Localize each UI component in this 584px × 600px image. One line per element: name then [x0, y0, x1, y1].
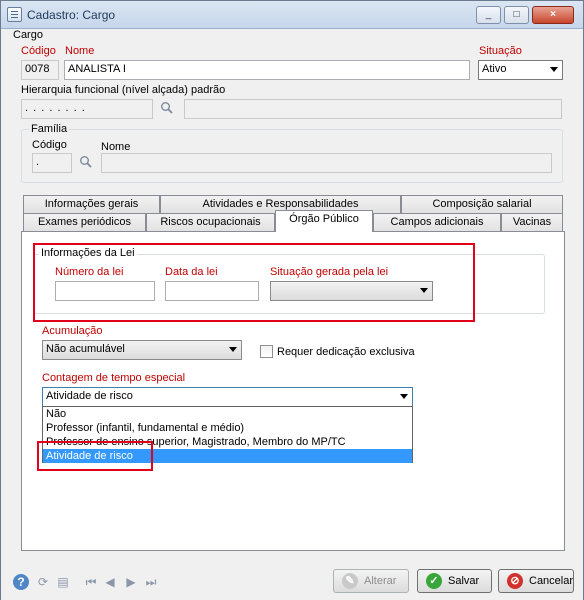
- contagem-option-professor-basico[interactable]: Professor (infantil, fundamental e médio…: [43, 421, 412, 435]
- refresh-icon[interactable]: ⟳: [35, 574, 51, 590]
- search-icon[interactable]: [160, 101, 174, 118]
- situacao-value: Ativo: [482, 63, 507, 75]
- acumulacao-label: Acumulação: [42, 325, 103, 337]
- chevron-down-icon: [400, 394, 408, 399]
- dedicacao-exclusiva-checkbox[interactable]: [260, 345, 273, 358]
- app-icon: [7, 7, 22, 22]
- situacao-label: Situação: [479, 45, 522, 57]
- minimize-button[interactable]: _: [476, 6, 501, 24]
- nome-label: Nome: [65, 45, 95, 57]
- alterar-button[interactable]: ✎ Alterar: [333, 569, 409, 593]
- cancel-icon: ⊘: [507, 573, 523, 589]
- codigo-label: Código: [21, 45, 56, 57]
- dedicacao-exclusiva-label: Requer dedicação exclusiva: [277, 346, 415, 358]
- tab-exames-periodicos[interactable]: Exames periódicos: [23, 213, 146, 232]
- window-title: Cadastro: Cargo: [27, 8, 116, 22]
- acumulacao-value: Não acumulável: [46, 343, 125, 355]
- familia-nome-label: Nome: [101, 141, 131, 153]
- cargo-group-title: Cargo: [13, 29, 43, 41]
- familia-codigo-field[interactable]: .: [32, 153, 72, 173]
- footer-toolbar: ? ⟳ ▤ ⏮ ◀ ▶ ⏭ ✎ Alterar ✓ Salvar ⊘ Cance…: [1, 564, 583, 600]
- maximize-button[interactable]: □: [504, 6, 529, 24]
- document-icon[interactable]: ▤: [55, 574, 71, 590]
- tab-informacoes-gerais[interactable]: Informações gerais: [23, 195, 160, 214]
- familia-codigo-label: Código: [32, 139, 67, 151]
- nome-field[interactable]: ANALISTA I: [64, 60, 470, 80]
- cadastro-cargo-window: Cadastro: Cargo _ □ × Cargo Código 0078 …: [0, 0, 584, 600]
- edit-icon: ✎: [342, 573, 358, 589]
- first-record-icon[interactable]: ⏮: [83, 574, 99, 590]
- contagem-select[interactable]: Atividade de risco: [42, 387, 413, 407]
- hierarquia-code-field[interactable]: . . . . . . . .: [21, 99, 153, 119]
- situacao-select[interactable]: Ativo: [478, 60, 563, 80]
- title-bar: Cadastro: Cargo _ □ ×: [1, 1, 583, 29]
- contagem-option-nao[interactable]: Não: [43, 407, 412, 421]
- contagem-label: Contagem de tempo especial: [42, 372, 186, 384]
- help-icon[interactable]: ?: [13, 574, 29, 590]
- contagem-value: Atividade de risco: [46, 390, 133, 402]
- familia-group-title: Família: [29, 123, 70, 135]
- previous-record-icon[interactable]: ◀: [102, 574, 118, 590]
- hierarquia-label: Hierarquia funcional (nível alçada) padr…: [21, 84, 226, 96]
- chevron-down-icon: [229, 347, 237, 352]
- last-record-icon[interactable]: ⏭: [143, 574, 159, 590]
- check-icon: ✓: [426, 573, 442, 589]
- tab-composicao-salarial[interactable]: Composição salarial: [401, 195, 563, 214]
- tab-vacinas[interactable]: Vacinas: [501, 213, 563, 232]
- form-body: Cargo Código 0078 Nome ANALISTA I Situaç…: [9, 29, 575, 561]
- acumulacao-select[interactable]: Não acumulável: [42, 340, 242, 360]
- chevron-down-icon: [550, 67, 558, 72]
- tab-orgao-publico[interactable]: Órgão Público: [275, 210, 373, 232]
- highlight-box-atividade-risco: [37, 441, 153, 471]
- salvar-button[interactable]: ✓ Salvar: [417, 569, 492, 593]
- salvar-label: Salvar: [448, 575, 480, 587]
- cancelar-label: Cancelar: [529, 575, 574, 587]
- next-record-icon[interactable]: ▶: [123, 574, 139, 590]
- search-icon[interactable]: [79, 155, 93, 172]
- close-button[interactable]: ×: [532, 6, 574, 24]
- alterar-label: Alterar: [364, 575, 397, 587]
- tab-riscos-ocupacionais[interactable]: Riscos ocupacionais: [146, 213, 275, 232]
- tab-campos-adicionais[interactable]: Campos adicionais: [373, 213, 501, 232]
- highlight-box-lei: [33, 243, 475, 322]
- hierarquia-name-field[interactable]: [184, 99, 562, 119]
- cancelar-button[interactable]: ⊘ Cancelar: [498, 569, 574, 593]
- codigo-field[interactable]: 0078: [21, 60, 59, 80]
- familia-nome-field[interactable]: [101, 153, 552, 173]
